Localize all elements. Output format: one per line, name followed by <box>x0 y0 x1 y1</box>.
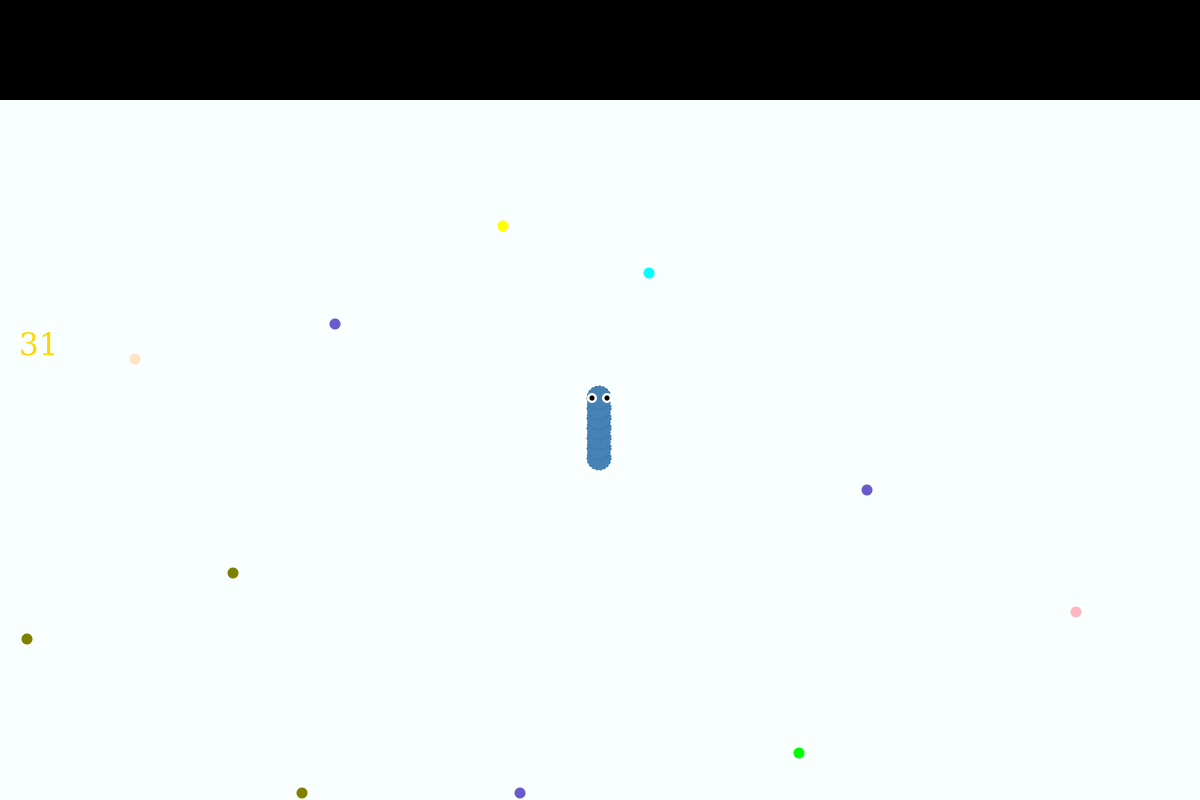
snake-head <box>586 385 612 411</box>
game-arena[interactable]: 31 <box>0 100 1200 800</box>
top-bar <box>0 0 1200 100</box>
snake-left-eye-pupil <box>589 395 595 401</box>
snake <box>586 385 612 471</box>
snake-right-eye-pupil <box>604 395 610 401</box>
